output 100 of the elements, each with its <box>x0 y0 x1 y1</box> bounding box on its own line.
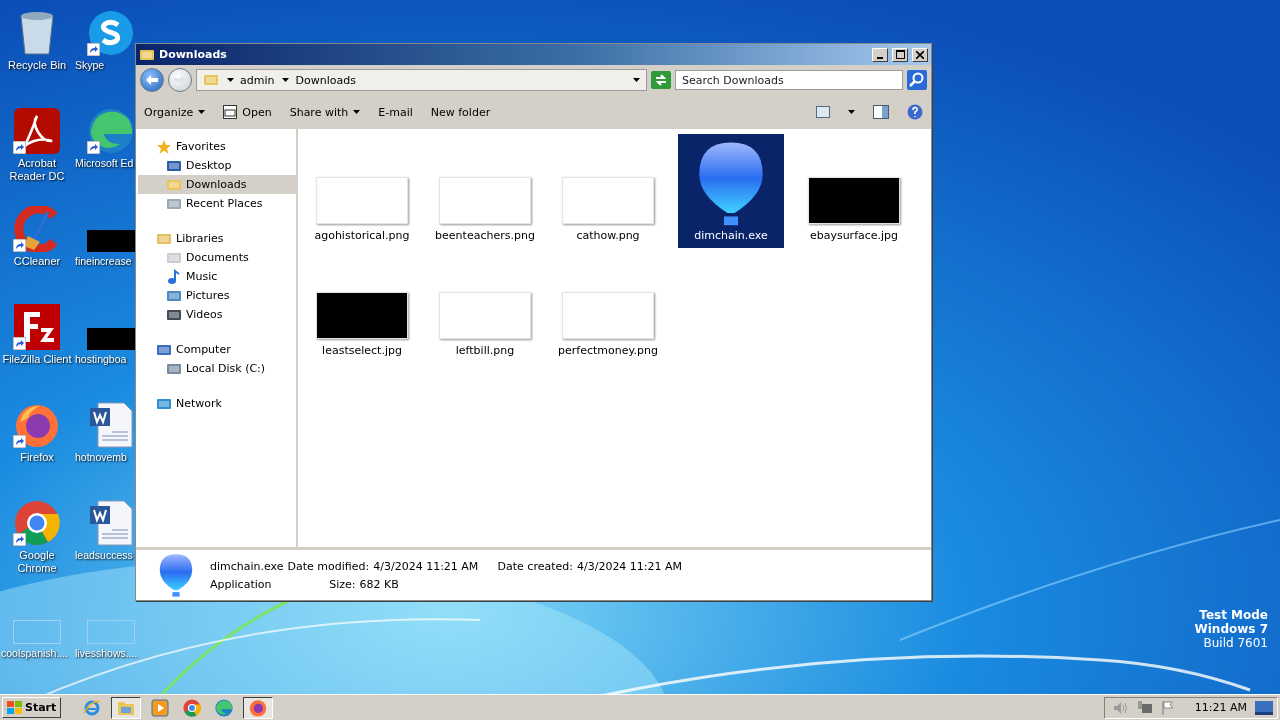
back-arrow-icon <box>146 75 158 85</box>
refresh-icon[interactable] <box>651 71 671 89</box>
desktop-icon-label[interactable]: fineincrease <box>75 255 132 268</box>
start-button[interactable]: Start <box>2 697 62 718</box>
maximize-icon <box>895 50 905 59</box>
file-name: dimchain.exe <box>694 229 768 242</box>
caret-icon <box>353 110 361 114</box>
toolbar-button[interactable]: Organize <box>144 103 206 121</box>
chrome-icon <box>14 500 60 546</box>
address-bar[interactable]: admin Downloads <box>196 69 647 91</box>
details-field-label: Date created: <box>497 559 573 573</box>
details-field-value: 4/3/2024 11:21 AM <box>576 559 683 573</box>
breadcrumb[interactable]: admin <box>225 73 275 87</box>
file-item[interactable]: agohistorical.png <box>309 134 415 248</box>
file-name: beenteachers.png <box>435 229 535 242</box>
file-item[interactable]: beenteachers.png <box>432 134 538 248</box>
desktop-icon-label[interactable]: hostingboa <box>75 353 127 366</box>
toolbar-button[interactable]: New folder <box>430 103 491 121</box>
toolbar-button[interactable]: Share with <box>289 103 361 121</box>
firefox-icon <box>14 402 60 448</box>
filezilla-icon <box>14 304 60 350</box>
toolbar-button[interactable]: Open <box>223 103 272 121</box>
caret-icon <box>282 78 290 82</box>
maximize-button[interactable] <box>892 47 908 62</box>
desktop-icon-label[interactable]: CCleaner <box>13 255 61 268</box>
media-player-icon <box>151 698 170 717</box>
details-field-label: Size: <box>329 577 356 591</box>
nav-item[interactable]: Computer <box>138 340 296 359</box>
nav-item[interactable]: Pictures <box>138 286 296 305</box>
file-item[interactable]: leftbill.png <box>432 249 538 363</box>
file-item[interactable]: perfectmoney.png <box>555 249 661 363</box>
show-desktop-icon[interactable] <box>1255 700 1273 715</box>
details-file-type: Application <box>210 577 273 591</box>
file-item[interactable]: ebaysurface.jpg <box>801 134 907 248</box>
nav-item[interactable]: Libraries <box>138 229 296 248</box>
search-icon[interactable] <box>907 70 927 90</box>
file-name: cathow.png <box>576 229 640 242</box>
nav-item-label: Computer <box>176 343 231 356</box>
nav-item-label: Downloads <box>186 178 247 191</box>
file-name: leftbill.png <box>455 344 515 357</box>
word-document-icon <box>88 402 134 448</box>
nav-item[interactable]: Desktop <box>138 156 296 175</box>
view-icon[interactable] <box>816 106 830 118</box>
search-field[interactable]: Search Downloads <box>675 70 903 90</box>
ccleaner-icon <box>14 206 60 252</box>
internet-explorer-icon <box>83 698 102 717</box>
details-field-value: 682 KB <box>359 577 400 591</box>
details-file-name: dimchain.exe <box>210 559 284 573</box>
skype-icon <box>88 10 134 56</box>
file-item[interactable]: cathow.png <box>555 134 661 248</box>
nav-item[interactable]: Network <box>138 394 296 413</box>
forward-button[interactable] <box>168 68 192 92</box>
file-name: ebaysurface.jpg <box>809 229 899 242</box>
nav-item-label: Recent Places <box>186 197 263 210</box>
nav-item[interactable]: Documents <box>138 248 296 267</box>
desktop-icon-label[interactable]: Acrobat Reader DC <box>0 157 74 183</box>
chrome-icon <box>183 698 202 717</box>
file-item[interactable]: dimchain.exe <box>678 134 784 248</box>
clock[interactable]: 11:21 AM <box>1194 701 1247 714</box>
desktop-icon-label[interactable]: Skype <box>75 59 105 72</box>
windows-logo-icon <box>7 700 23 715</box>
back-button[interactable] <box>140 68 164 92</box>
taskbar-button[interactable] <box>243 696 274 719</box>
nav-item-label: Pictures <box>186 289 230 302</box>
nav-item-label: Desktop <box>186 159 232 172</box>
close-button[interactable] <box>912 47 928 62</box>
flag-icon[interactable] <box>1160 700 1175 715</box>
nav-item[interactable]: Music <box>138 267 296 286</box>
caret-icon <box>198 110 206 114</box>
acrobat-icon <box>14 108 60 154</box>
details-field-value: 4/3/2024 11:21 AM <box>373 559 479 573</box>
image-thumbnail-icon <box>87 230 135 252</box>
nav-item-label: Documents <box>186 251 249 264</box>
toolbar-button[interactable]: E-mail <box>378 103 413 121</box>
minimize-button[interactable] <box>872 47 888 62</box>
nav-item-label: Videos <box>186 308 223 321</box>
image-thumbnail-icon <box>87 620 135 644</box>
forward-arrow-icon <box>174 75 186 85</box>
file-item[interactable]: leastselect.jpg <box>309 249 415 363</box>
edge-icon <box>215 698 234 717</box>
open-window-icon <box>223 105 238 119</box>
nav-item[interactable]: Videos <box>138 305 296 324</box>
help-icon[interactable] <box>907 104 923 120</box>
nav-item[interactable]: Favorites <box>138 137 296 156</box>
breadcrumb[interactable]: Downloads <box>280 73 356 87</box>
close-icon <box>916 50 924 59</box>
desktop-icon-label[interactable]: Recycle Bin <box>7 59 67 72</box>
desktop-icon-label[interactable]: Microsoft Ed <box>75 157 134 170</box>
nav-item[interactable]: Recent Places <box>138 194 296 213</box>
taskbar-button[interactable] <box>111 696 142 719</box>
nav-item-label: Libraries <box>176 232 224 245</box>
os-build-text: Build 7601 <box>1202 636 1268 650</box>
minimize-icon <box>877 57 883 59</box>
nav-item[interactable]: Downloads <box>138 175 296 194</box>
window-title: Downloads <box>159 48 228 61</box>
desktop-icon-label[interactable]: FileZilla Client <box>2 353 72 366</box>
recycle-bin-icon <box>17 10 57 56</box>
file-name: leastselect.jpg <box>322 344 402 357</box>
preview-pane-icon[interactable] <box>873 105 889 119</box>
nav-item[interactable]: Local Disk (C:) <box>138 359 296 378</box>
